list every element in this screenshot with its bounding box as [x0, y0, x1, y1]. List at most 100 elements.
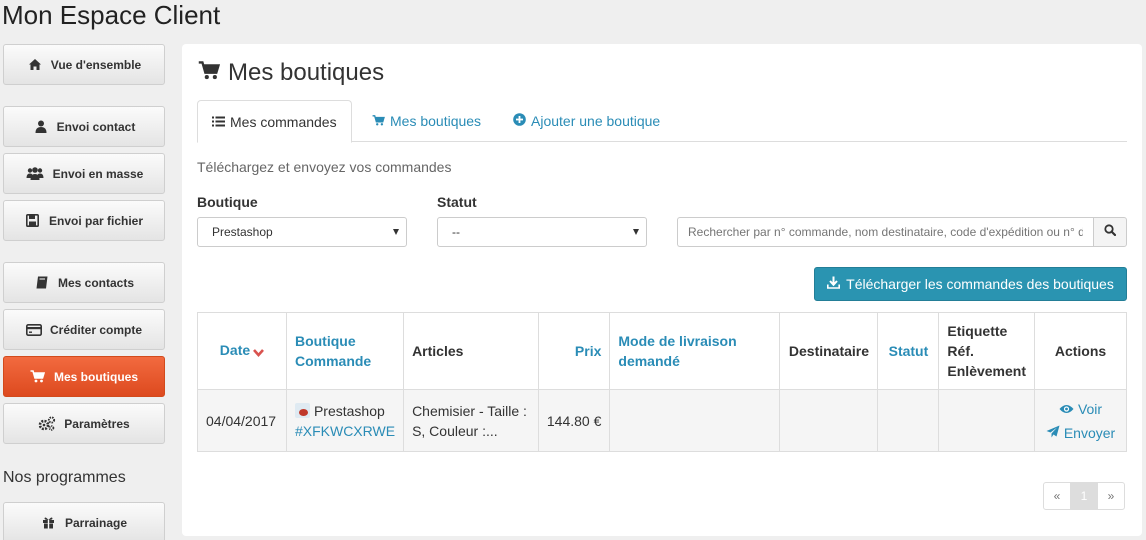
users-icon	[25, 166, 45, 182]
column-header-label: Statut	[888, 343, 929, 359]
pagination-page-current[interactable]: 1	[1070, 482, 1098, 510]
credit-card-icon	[25, 322, 42, 338]
pagination-next[interactable]: »	[1097, 482, 1125, 510]
orders-table: Date Boutique Commande Articles Prix Mod…	[197, 312, 1127, 452]
column-header-label: Réf.	[947, 343, 974, 359]
cart-icon	[198, 60, 221, 86]
statut-select-value: --	[452, 225, 460, 239]
address-book-icon	[34, 275, 50, 291]
statut-filter-label: Statut	[437, 194, 477, 210]
column-header-label: Mode de livraison	[618, 333, 737, 349]
download-icon	[827, 276, 841, 292]
column-header-label: Commande	[294, 353, 372, 369]
prestashop-logo-icon	[294, 402, 310, 418]
sidebar-item-overview[interactable]: Vue d'ensemble	[3, 44, 165, 85]
page-title: Mes boutiques	[198, 60, 384, 86]
sidebar-item-envoi-contact[interactable]: Envoi contact	[3, 106, 165, 147]
sidebar-item-label: Vue d'ensemble	[50, 57, 142, 72]
sidebar-item-mes-boutiques[interactable]: Mes boutiques	[3, 356, 165, 397]
send-label: Envoyer	[1063, 424, 1116, 441]
pagination-prev[interactable]: «	[1043, 482, 1071, 510]
send-order-link[interactable]: Envoyer	[1043, 423, 1118, 443]
tab-label: Mes boutiques	[390, 113, 482, 129]
tab-label: Ajouter une boutique	[531, 113, 661, 129]
cell-actions: Voir Envoyer	[1034, 389, 1127, 452]
cart-icon	[372, 113, 385, 129]
cart-icon	[30, 369, 46, 385]
eye-icon	[1059, 399, 1074, 419]
download-orders-button[interactable]: Télécharger les commandes des boutiques	[814, 267, 1127, 301]
column-header-etiquette: Etiquette Réf. Enlèvement	[938, 312, 1036, 390]
caret-down-icon	[393, 229, 399, 235]
column-header-statut[interactable]: Statut	[877, 312, 940, 390]
search-button[interactable]	[1093, 217, 1127, 247]
cell-etiquette	[938, 389, 1036, 452]
user-icon	[33, 119, 49, 135]
caret-down-icon	[633, 229, 639, 235]
articles-text: Chemisier - Taille :	[412, 402, 527, 419]
sidebar-item-crediter-compte[interactable]: Créditer compte	[3, 309, 165, 350]
column-header-destinataire: Destinataire	[779, 312, 879, 390]
search-icon	[1104, 223, 1117, 241]
pagination: « 1 »	[1043, 482, 1125, 510]
sidebar-item-label: Parrainage	[64, 515, 128, 530]
sidebar-item-mes-contacts[interactable]: Mes contacts	[3, 262, 165, 303]
view-label: Voir	[1077, 400, 1103, 417]
shop-name: Prestashop	[313, 402, 385, 419]
gears-icon	[38, 416, 56, 432]
cell-destinataire	[779, 389, 879, 452]
column-header-articles: Articles	[403, 312, 539, 390]
paper-plane-icon	[1046, 423, 1060, 443]
column-header-label: Etiquette	[947, 323, 1008, 339]
column-header-label: Articles	[412, 343, 464, 359]
help-text: Téléchargez et envoyez vos commandes	[197, 159, 452, 175]
app-title: Mon Espace Client	[2, 0, 221, 30]
tab-label: Mes commandes	[230, 113, 337, 130]
programs-section-title: Nos programmes	[3, 469, 126, 486]
sidebar-item-label: Créditer compte	[49, 322, 143, 337]
boutique-select[interactable]: Prestashop	[197, 217, 407, 247]
sidebar-item-label: Paramètres	[64, 416, 130, 431]
page-title-text: Mes boutiques	[228, 59, 385, 86]
cell-prix: 144.80 €	[537, 389, 611, 452]
tab-mes-commandes[interactable]: Mes commandes	[197, 100, 352, 143]
boutique-filter-label: Boutique	[197, 194, 258, 210]
sidebar-item-envoi-fichier[interactable]: Envoi par fichier	[3, 200, 165, 241]
floppy-icon	[25, 213, 41, 229]
boutique-select-value: Prestashop	[212, 225, 273, 239]
sidebar-item-label: Envoi par fichier	[48, 213, 144, 228]
main-panel: Mes boutiques Mes commandes Mes boutique…	[182, 44, 1142, 536]
sidebar-item-parametres[interactable]: Paramètres	[3, 403, 165, 444]
view-order-link[interactable]: Voir	[1043, 399, 1118, 419]
list-icon	[212, 114, 225, 130]
cell-boutique-commande: Prestashop #XFKWCXRWE	[285, 389, 405, 452]
column-header-label: Date	[219, 342, 251, 359]
plus-circle-icon	[513, 113, 526, 129]
column-header-label: Boutique	[294, 333, 356, 349]
download-orders-label: Télécharger les commandes des boutiques	[846, 276, 1114, 292]
column-header-mode-livraison[interactable]: Mode de livraison demandé	[609, 312, 781, 390]
column-header-date[interactable]: Date	[197, 312, 287, 390]
column-header-prix[interactable]: Prix	[537, 312, 611, 390]
sidebar-item-envoi-masse[interactable]: Envoi en masse	[3, 153, 165, 194]
order-reference-link[interactable]: #XFKWCXRWE	[295, 421, 395, 441]
cell-articles: Chemisier - Taille : S, Couleur :...	[403, 389, 539, 452]
tab-ajouter-boutique[interactable]: Ajouter une boutique	[499, 100, 674, 142]
table-row: 04/04/2017 Prestashop #XFKWCXRWE Chemisi…	[197, 389, 1127, 452]
column-header-actions: Actions	[1034, 312, 1127, 390]
sidebar-item-label: Mes boutiques	[53, 369, 138, 384]
column-header-label: demandé	[618, 353, 680, 369]
statut-select[interactable]: --	[437, 217, 647, 247]
column-header-label: Actions	[1054, 343, 1107, 359]
sidebar-item-label: Envoi en masse	[52, 166, 144, 181]
tab-mes-boutiques[interactable]: Mes boutiques	[358, 100, 495, 142]
tab-bar: Mes commandes Mes boutiques Ajouter une …	[197, 100, 1127, 143]
search-input[interactable]	[677, 217, 1093, 247]
chevron-down-icon	[253, 342, 265, 362]
home-icon	[27, 57, 43, 73]
articles-text: S, Couleur :...	[412, 422, 498, 439]
column-header-boutique[interactable]: Boutique Commande	[285, 312, 405, 390]
sidebar-item-parrainage[interactable]: Parrainage	[3, 502, 165, 540]
column-header-label: Enlèvement	[947, 363, 1027, 379]
table-header-row: Date Boutique Commande Articles Prix Mod…	[197, 312, 1127, 390]
